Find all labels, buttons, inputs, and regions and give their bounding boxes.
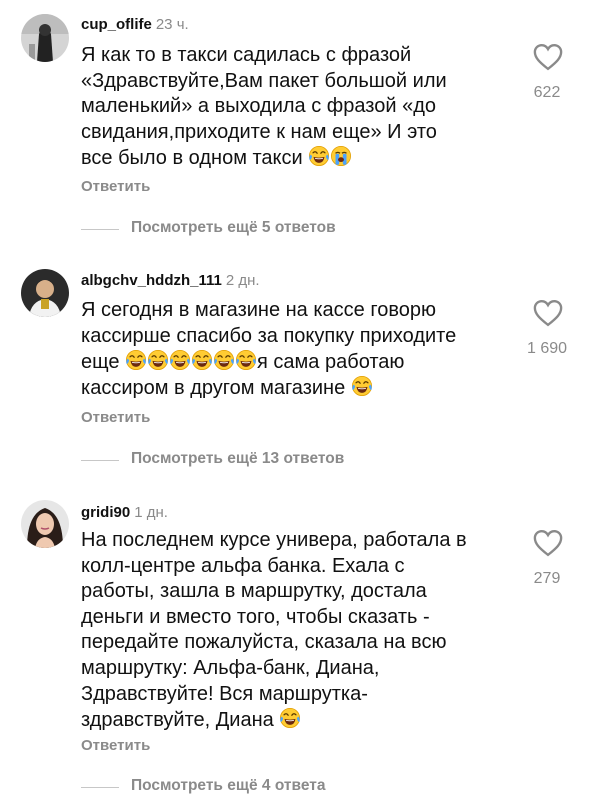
- avatar[interactable]: [21, 269, 69, 317]
- username[interactable]: albgchv_hddzh_111: [81, 272, 222, 289]
- comment-line: маленький» а выходила с фразой «до: [81, 95, 436, 118]
- like-count: 279: [533, 570, 561, 587]
- timestamp: 23 ч.: [155, 16, 189, 33]
- divider: [81, 460, 119, 461]
- like-count: 1 690: [526, 340, 568, 357]
- comment-line: «Здравствуйте,Вам пакет большой или: [81, 69, 447, 92]
- avatar-photo: [21, 14, 69, 62]
- username[interactable]: gridi90: [81, 504, 130, 521]
- comment-line: здравствуйте, Диана: [81, 709, 274, 732]
- heart-outline-icon[interactable]: [533, 43, 563, 71]
- view-replies-label: Посмотреть ещё 4 ответа: [131, 777, 326, 794]
- comment-line: работы, зашла в маршрутку, достала: [81, 580, 427, 603]
- comment-line: колл-центре альфа банка. Ехала с: [81, 554, 405, 577]
- comment-line: передайте пожалуйста, сказала на всю: [81, 631, 447, 654]
- like-count: 622: [533, 84, 561, 101]
- view-replies-label: Посмотреть ещё 13 ответов: [131, 450, 345, 467]
- comment-line: кассиром в другом магазине: [81, 376, 346, 399]
- comment-line: свидания,приходите к нам еще» И это: [81, 120, 437, 143]
- comment-text: Я как то в такси садилась с фразой «Здра…: [81, 43, 511, 171]
- comment-line-with-emoji: кассиром в другом магазине: [81, 375, 511, 401]
- face-with-tears-of-joy-emoji: [169, 349, 191, 371]
- face-with-tears-of-joy-emoji: [191, 349, 213, 371]
- heart-outline-icon[interactable]: [533, 529, 563, 557]
- avatar-photo: [21, 269, 69, 317]
- comment-text: На последнем курсе универа, работала в к…: [81, 528, 511, 733]
- comment-line: На последнем курсе универа, работала в: [81, 529, 467, 551]
- comment-line: маршрутку: Альфа-банк, Диана,: [81, 656, 380, 679]
- avatar[interactable]: [21, 14, 69, 62]
- timestamp: 1 дн.: [134, 504, 168, 521]
- avatar[interactable]: [21, 500, 69, 548]
- heart-outline-icon[interactable]: [533, 299, 563, 327]
- loudly-crying-face-emoji: [330, 145, 352, 167]
- reply-button[interactable]: Ответить: [81, 737, 150, 754]
- face-with-tears-of-joy-emoji: [147, 349, 169, 371]
- comment-line: деньги и вместо того, чтобы сказать -: [81, 605, 430, 628]
- comment-line-with-emoji: все было в одном такси: [81, 145, 511, 171]
- face-with-tears-of-joy-emoji: [308, 145, 330, 167]
- comment-1: cup_oflife 23 ч. Я как то в такси садилас…: [0, 0, 590, 250]
- view-replies-label: Посмотреть ещё 5 ответов: [131, 219, 336, 236]
- face-with-tears-of-joy-emoji: [213, 349, 235, 371]
- comment-line: я сама работаю: [257, 351, 405, 374]
- divider: [81, 229, 119, 230]
- comment-line-with-emoji: здравствуйте, Диана: [81, 707, 511, 733]
- reply-button[interactable]: Ответить: [81, 409, 150, 426]
- username[interactable]: cup_oflife: [81, 16, 152, 33]
- comment-line: все было в одном такси: [81, 147, 303, 170]
- timestamp: 2 дн.: [225, 272, 260, 289]
- comment-meta: cup_oflife 23 ч.: [81, 16, 189, 34]
- divider: [81, 787, 119, 788]
- comment-line: еще: [81, 351, 120, 374]
- comment-line-with-emoji: еще я сама работаю: [81, 349, 511, 375]
- comment-text: Я сегодня в магазине на кассе говорю кас…: [81, 298, 511, 400]
- comment-line: Здравствуйте! Вся маршрутка-: [81, 682, 368, 705]
- face-with-tears-of-joy-emoji: [351, 375, 373, 397]
- comment-meta: albgchv_hddzh_111 2 дн.: [81, 272, 260, 290]
- comment-line: Я сегодня в магазине на кассе говорю: [81, 299, 436, 321]
- comment-line: кассирше спасибо за покупку приходите: [81, 324, 457, 347]
- avatar-photo: [21, 500, 69, 548]
- face-with-tears-of-joy-emoji: [279, 707, 301, 729]
- face-with-tears-of-joy-emoji: [125, 349, 147, 371]
- face-with-tears-of-joy-emoji: [235, 349, 257, 371]
- comment-meta: gridi90 1 дн.: [81, 504, 168, 522]
- comment-line: Я как то в такси садилась с фразой: [81, 44, 412, 66]
- reply-button[interactable]: Ответить: [81, 178, 150, 195]
